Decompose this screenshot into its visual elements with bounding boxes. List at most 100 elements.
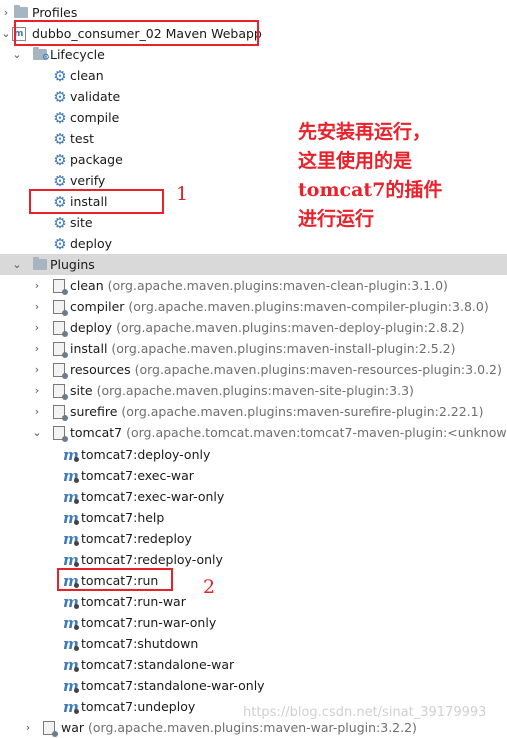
maven-goal-icon: m	[63, 593, 79, 611]
plugin-name: clean	[70, 278, 104, 293]
goal-label: tomcat7:shutdown	[81, 636, 199, 651]
plugin-deploy[interactable]: › deploy (org.apache.maven.plugins:maven…	[0, 317, 507, 338]
maven-goal-icon: m	[63, 530, 79, 548]
gear-icon: ⚙	[53, 214, 67, 232]
chevron-right-icon[interactable]: ›	[31, 359, 43, 380]
maven-goal-icon: m	[63, 488, 79, 506]
goal-shutdown[interactable]: m tomcat7:shutdown	[0, 633, 507, 654]
maven-goal-icon: m	[63, 698, 79, 716]
goal-label: tomcat7:redeploy	[81, 531, 192, 546]
plugin-name: resources	[70, 362, 131, 377]
goal-run-war-only[interactable]: m tomcat7:run-war-only	[0, 612, 507, 633]
maven-goal-icon: m	[63, 656, 79, 674]
chevron-down-icon[interactable]: ⌄	[11, 254, 23, 275]
plugin-compiler[interactable]: › compiler (org.apache.maven.plugins:mav…	[0, 296, 507, 317]
goal-label: tomcat7:redeploy-only	[81, 552, 223, 567]
chevron-down-icon[interactable]: ⌄	[0, 23, 12, 44]
chevron-right-icon[interactable]: ›	[31, 296, 43, 317]
plugin-tomcat7[interactable]: ⌄ tomcat7 (org.apache.tomcat.maven:tomca…	[0, 422, 507, 443]
goal-redeploy-only[interactable]: m tomcat7:redeploy-only	[0, 549, 507, 570]
plugin-name: install	[70, 341, 108, 356]
goal-exec-war[interactable]: m tomcat7:exec-war	[0, 465, 507, 486]
chevron-right-icon[interactable]: ›	[0, 2, 12, 23]
gear-icon: ⚙	[53, 88, 67, 106]
plugin-name: site	[70, 383, 93, 398]
gear-icon: ⚙	[53, 151, 67, 169]
goal-standalone-war[interactable]: m tomcat7:standalone-war	[0, 654, 507, 675]
plugin-icon	[53, 300, 68, 316]
annotation-note: 先安装再运行， 这里使用的是 tomcat7的插件 进行运行	[298, 118, 498, 234]
plugin-install[interactable]: › install (org.apache.maven.plugins:mave…	[0, 338, 507, 359]
lifecycle-item-validate[interactable]: ⚙ validate	[0, 86, 507, 107]
plugin-coordinates: (org.apache.maven.plugins:maven-war-plug…	[88, 720, 417, 735]
gear-icon: ⚙	[53, 67, 67, 85]
plugin-icon	[53, 384, 68, 400]
gear-icon: ⚙	[53, 109, 67, 127]
lifecycle-item-label: deploy	[70, 236, 113, 251]
plugin-war[interactable]: › war (org.apache.maven.plugins:maven-wa…	[0, 717, 507, 738]
goal-label: tomcat7:run-war	[81, 594, 186, 609]
plugin-name: compiler	[70, 299, 125, 314]
chevron-right-icon[interactable]: ›	[31, 338, 43, 359]
chevron-right-icon[interactable]: ›	[31, 401, 43, 422]
plugin-name: tomcat7	[70, 425, 123, 440]
annotation-number-1: 1	[176, 183, 189, 205]
goal-run-war[interactable]: m tomcat7:run-war	[0, 591, 507, 612]
plugin-icon	[43, 721, 58, 737]
plugins-node[interactable]: ⌄ Plugins	[0, 254, 507, 275]
maven-goal-icon: m	[63, 551, 79, 569]
plugin-icon	[53, 363, 68, 379]
goal-help[interactable]: m tomcat7:help	[0, 507, 507, 528]
goal-exec-war-only[interactable]: m tomcat7:exec-war-only	[0, 486, 507, 507]
plugin-icon	[53, 342, 68, 358]
chevron-down-icon[interactable]: ⌄	[11, 44, 23, 65]
annotation-number-2: 2	[203, 576, 216, 598]
folder-plugin-icon	[33, 257, 47, 270]
plugin-name: deploy	[70, 320, 113, 335]
goal-deploy-only[interactable]: m tomcat7:deploy-only	[0, 444, 507, 465]
lifecycle-item-clean[interactable]: ⚙ clean	[0, 65, 507, 86]
goal-label: tomcat7:standalone-war-only	[81, 678, 265, 693]
lifecycle-item-label: package	[70, 152, 123, 167]
plugin-resources[interactable]: › resources (org.apache.maven.plugins:ma…	[0, 359, 507, 380]
lifecycle-node[interactable]: ⌄ ⚙ Lifecycle	[0, 44, 507, 65]
maven-goal-icon: m	[63, 635, 79, 653]
folder-icon	[14, 5, 28, 18]
plugin-icon	[53, 426, 68, 442]
plugin-clean[interactable]: › clean (org.apache.maven.plugins:maven-…	[0, 275, 507, 296]
goal-label: tomcat7:help	[81, 510, 165, 525]
plugin-surefire[interactable]: › surefire (org.apache.maven.plugins:mav…	[0, 401, 507, 422]
lifecycle-item-label: site	[70, 215, 93, 230]
annotation-note-line: 这里使用的是	[298, 150, 413, 172]
chevron-right-icon[interactable]: ›	[31, 275, 43, 296]
goal-label: tomcat7:standalone-war	[81, 657, 235, 672]
plugin-site[interactable]: › site (org.apache.maven.plugins:maven-s…	[0, 380, 507, 401]
lifecycle-item-deploy[interactable]: ⚙ deploy	[0, 233, 507, 254]
goal-redeploy[interactable]: m tomcat7:redeploy	[0, 528, 507, 549]
maven-goal-icon: m	[63, 509, 79, 527]
goal-standalone-war-only[interactable]: m tomcat7:standalone-war-only	[0, 675, 507, 696]
chevron-down-icon[interactable]: ⌄	[31, 422, 43, 443]
gear-icon: ⚙	[53, 235, 67, 253]
folder-gear-icon: ⚙	[33, 47, 50, 63]
chevron-right-icon[interactable]: ›	[31, 380, 43, 401]
annotation-note-line: 进行运行	[298, 208, 375, 230]
plugin-coordinates: (org.apache.maven.plugins:maven-clean-pl…	[107, 278, 448, 293]
maven-goal-icon: m	[63, 446, 79, 464]
lifecycle-item-label: clean	[70, 68, 104, 83]
goal-label: tomcat7:deploy-only	[81, 447, 211, 462]
lifecycle-item-label: validate	[70, 89, 121, 104]
lifecycle-item-label: test	[70, 131, 95, 146]
plugin-coordinates: (org.apache.tomcat.maven:tomcat7-maven-p…	[126, 425, 507, 440]
chevron-right-icon[interactable]: ›	[22, 717, 34, 738]
annotation-note-line: 先安装再运行，	[298, 121, 432, 143]
lifecycle-label: Lifecycle	[50, 47, 105, 62]
plugin-name: surefire	[70, 404, 118, 419]
plugin-coordinates: (org.apache.maven.plugins:maven-deploy-p…	[116, 320, 465, 335]
maven-goal-icon: m	[63, 467, 79, 485]
maven-projects-tree: › Profiles ⌄ dubbo_consumer_02 Maven Web…	[0, 0, 507, 737]
plugin-coordinates: (org.apache.maven.plugins:maven-site-plu…	[96, 383, 414, 398]
maven-goal-icon: m	[63, 614, 79, 632]
chevron-right-icon[interactable]: ›	[31, 317, 43, 338]
plugin-coordinates: (org.apache.maven.plugins:maven-resource…	[134, 362, 502, 377]
